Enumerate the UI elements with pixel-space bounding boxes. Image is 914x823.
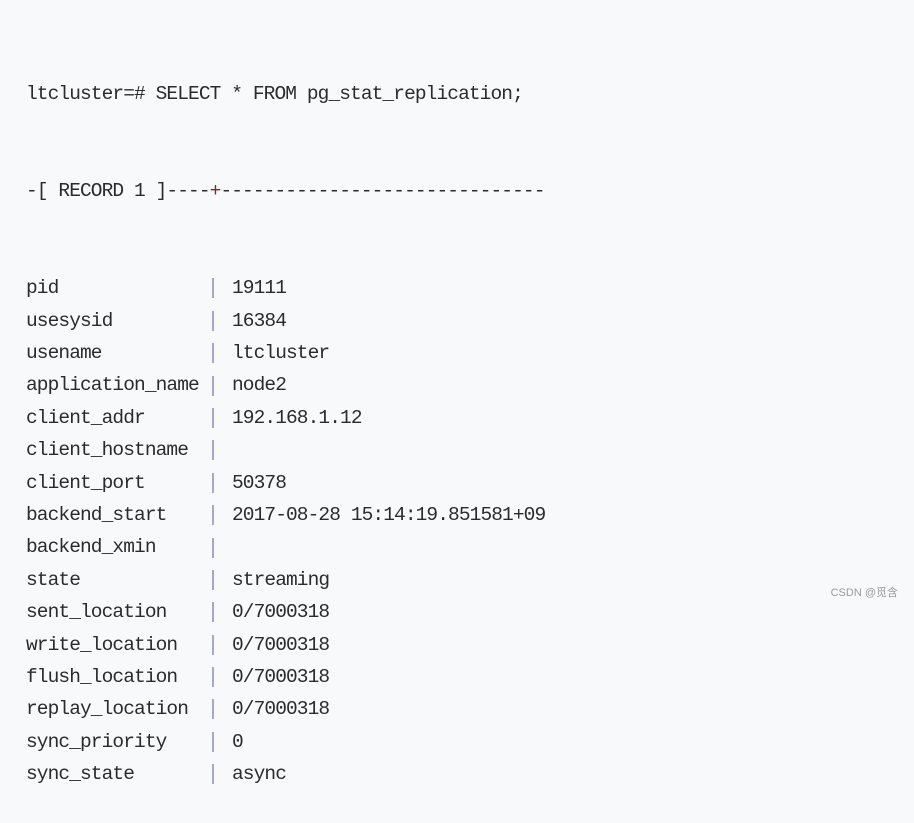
column-separator xyxy=(212,278,214,299)
field-name: backend_xmin xyxy=(26,536,157,559)
field-name: pid xyxy=(26,277,59,300)
record-row-application-name: application_name node2 xyxy=(26,369,545,401)
column-separator xyxy=(212,537,214,558)
column-separator xyxy=(212,310,214,331)
record-row-usename: usename ltcluster xyxy=(26,337,545,369)
column-separator xyxy=(212,472,214,493)
field-name: sent_location xyxy=(26,601,167,624)
field-name: client_hostname xyxy=(26,439,189,462)
record-row-backend-xmin: backend_xmin xyxy=(26,531,545,563)
field-value: 0/7000318 xyxy=(232,601,330,624)
column-separator xyxy=(212,764,214,785)
field-name: sync_priority xyxy=(26,730,167,753)
field-value: 16384 xyxy=(232,309,287,332)
field-value: ltcluster xyxy=(232,342,330,364)
record-header: -[ RECORD 1 ]---- + ----------------------… xyxy=(26,175,545,207)
field-value: 0 xyxy=(232,730,244,753)
field-name: state xyxy=(26,568,81,591)
record-rows: pid 19111 usesysid 16384 usename ltcluster app… xyxy=(26,272,546,790)
field-value: 192.168.1.12 xyxy=(232,406,363,429)
column-separator xyxy=(212,407,214,428)
column-separator xyxy=(212,375,214,396)
field-name: write_location xyxy=(26,633,178,656)
column-separator xyxy=(212,667,214,688)
column-separator xyxy=(212,343,214,364)
record-row-sent-location: sent_location 0/7000318 xyxy=(26,596,545,628)
record-row-flush-location: flush_location 0/7000318 xyxy=(26,661,545,693)
watermark: CSDN @觅含 xyxy=(830,587,898,599)
field-name: replay_location xyxy=(26,698,189,721)
sql-command: ltcluster=# SELECT * FROM pg_stat_replic… xyxy=(26,82,524,105)
record-row-write-location: write_location 0/7000318 xyxy=(26,629,545,661)
record-row-client-addr: client_addr 192.168.1.12 xyxy=(26,402,545,434)
field-name: application_name xyxy=(26,374,200,397)
psql-output: ltcluster=# SELECT * FROM pg_stat_replic… xyxy=(26,13,546,823)
record-row-usesysid: usesysid 16384 xyxy=(26,305,545,337)
record-header-plus: + xyxy=(209,180,222,203)
field-value: 0/7000318 xyxy=(232,698,330,721)
field-name: backend_start xyxy=(26,503,167,526)
column-separator xyxy=(212,602,214,623)
field-value: node2 xyxy=(232,374,287,397)
field-name: usesysid xyxy=(26,309,113,332)
field-name: sync_state xyxy=(26,763,135,786)
column-separator xyxy=(212,440,214,461)
column-separator xyxy=(212,731,214,752)
record-row-state: state streaming xyxy=(26,564,545,596)
field-name: client_addr xyxy=(26,406,146,429)
field-value: 19111 xyxy=(232,277,287,300)
column-separator xyxy=(212,634,214,655)
field-name: flush_location xyxy=(26,665,178,688)
record-row-backend-start: backend_start 2017-08-28 15:14:19.851581+… xyxy=(26,499,546,531)
column-separator xyxy=(212,699,214,720)
record-row-client-port: client_port 50378 xyxy=(26,467,545,499)
record-row-client-hostname: client_hostname xyxy=(26,434,545,466)
field-value: streaming xyxy=(232,568,330,591)
field-value: 0/7000318 xyxy=(232,633,330,656)
field-value: 50378 xyxy=(232,471,287,494)
field-value: 0/7000318 xyxy=(232,665,330,688)
column-separator xyxy=(212,505,214,526)
field-name: usename xyxy=(26,342,103,364)
field-value: async xyxy=(232,763,287,786)
field-value: 2017-08-28 15:14:19.851581+09 xyxy=(232,503,546,526)
record-row-pid: pid 19111 xyxy=(26,272,545,304)
field-name: client_port xyxy=(26,471,146,494)
record-row-sync-priority: sync_priority 0 xyxy=(26,726,545,758)
record-header-prefix: -[ RECORD 1 ]---- xyxy=(26,180,211,203)
record-header-suffix: ------------------------------ xyxy=(220,180,545,203)
column-separator xyxy=(212,569,214,590)
record-row-sync-state: sync_state async xyxy=(26,758,545,790)
record-row-replay-location: replay_location 0/7000318 xyxy=(26,693,545,725)
